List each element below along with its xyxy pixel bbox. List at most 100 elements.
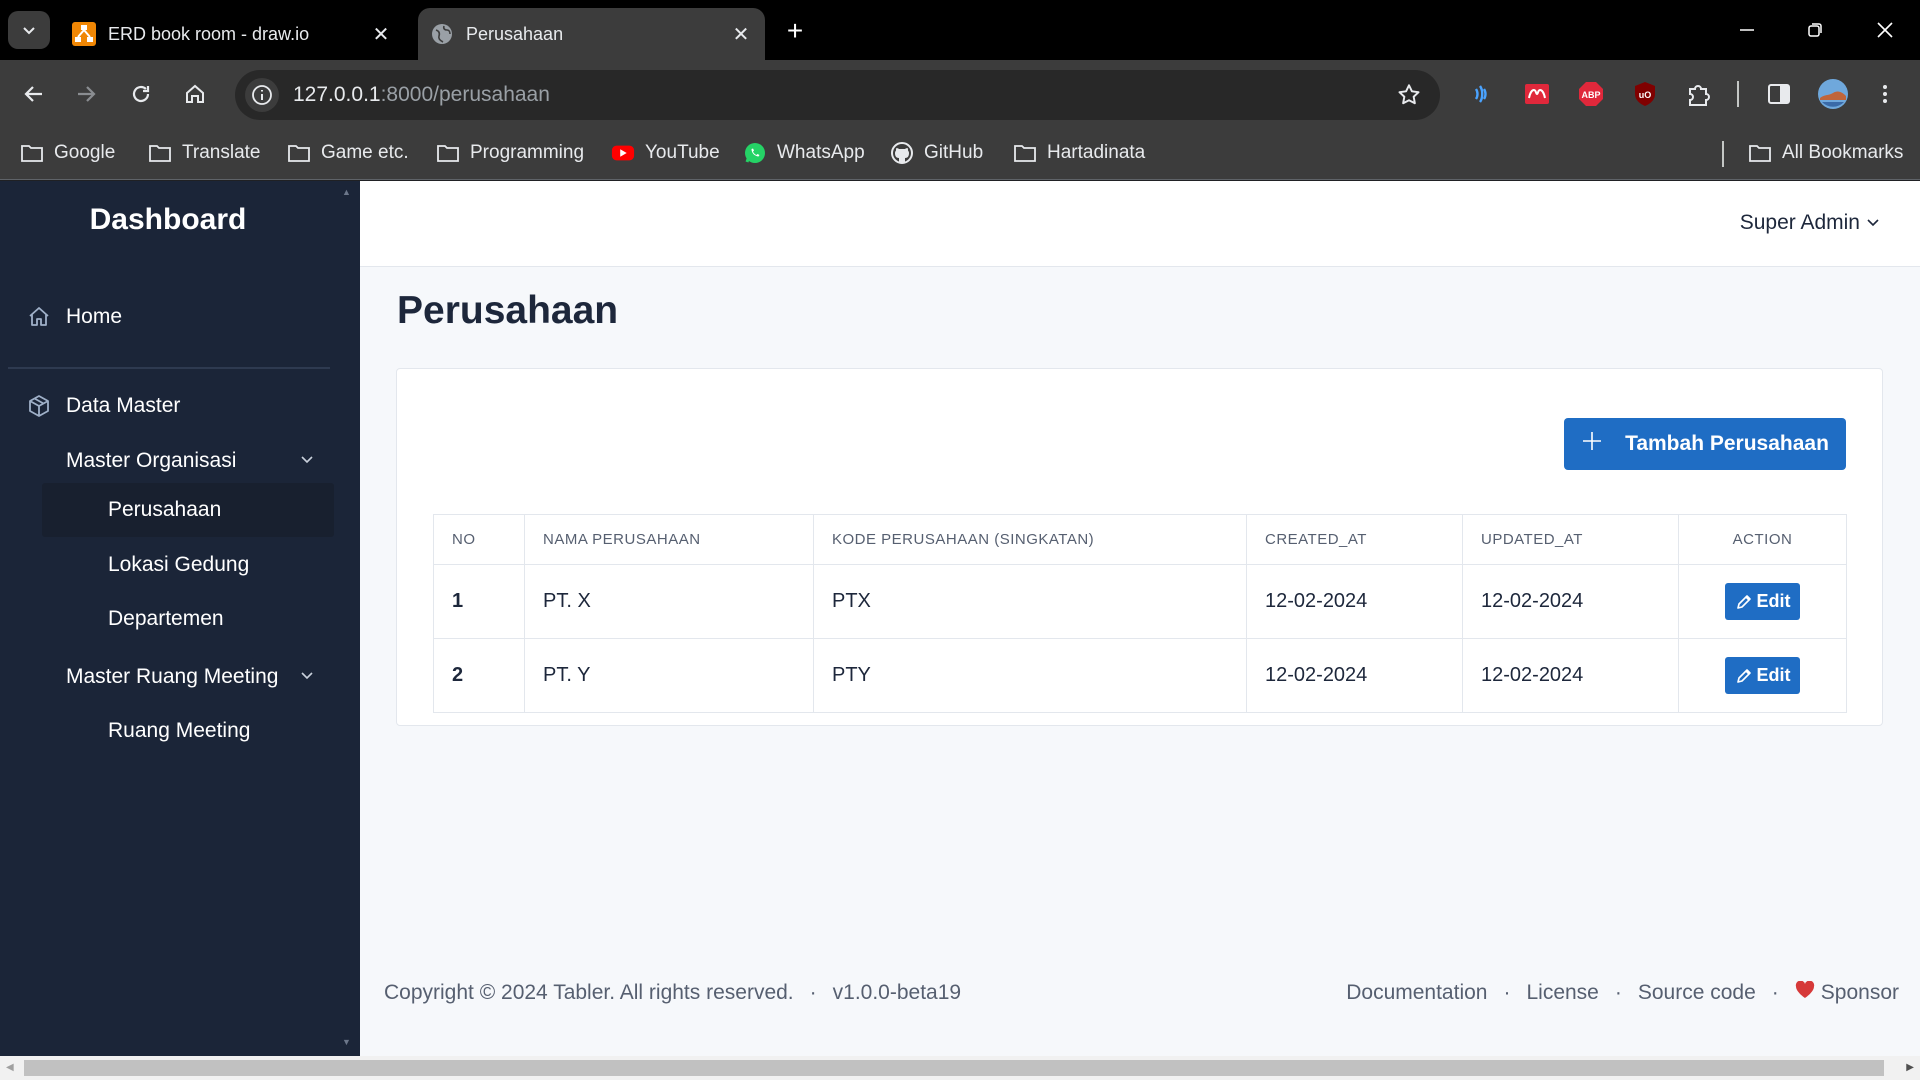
restore-button[interactable] (1790, 10, 1840, 50)
tab-search-button[interactable] (8, 11, 50, 49)
folder-icon (1748, 141, 1772, 165)
sidebar-item-lokasi-gedung[interactable]: Lokasi Gedung (108, 545, 249, 585)
bookmark-github[interactable]: GitHub (890, 138, 983, 168)
close-icon[interactable]: ✕ (727, 20, 755, 48)
forward-button[interactable] (66, 74, 106, 114)
plus-icon (1581, 426, 1603, 460)
scroll-left-arrow-icon[interactable]: ◀ (6, 1062, 14, 1073)
browser-menu-icon[interactable] (1868, 77, 1902, 111)
folder-icon (287, 141, 311, 165)
browser-tab-perusahaan[interactable]: Perusahaan ✕ (418, 8, 765, 60)
bookmark-programming[interactable]: Programming (436, 138, 584, 168)
extension-mendeley-icon[interactable] (1520, 77, 1554, 111)
tab-title: ERD book room - draw.io (108, 23, 310, 44)
edit-button-label: Edit (1756, 591, 1791, 611)
sidebar-item-ruang-meeting[interactable]: Ruang Meeting (108, 711, 250, 751)
bookmark-label: WhatsApp (777, 142, 865, 163)
bookmark-game-etc[interactable]: Game etc. (287, 138, 409, 168)
column-header-kode[interactable]: KODE PERUSAHAAN (SINGKATAN) (813, 514, 1247, 565)
bookmark-translate[interactable]: Translate (148, 138, 261, 168)
edit-button[interactable]: Edit (1725, 657, 1800, 694)
cell-updated-at: 12-02-2024 (1462, 638, 1679, 713)
table-row: 2 PT. Y PTY 12-02-2024 12-02-2024 Edit (433, 638, 1847, 713)
horizontal-scrollbar[interactable]: ◀ ▶ (0, 1056, 1920, 1080)
sidebar-item-label: Departemen (108, 607, 224, 630)
all-bookmarks-button[interactable]: All Bookmarks (1748, 138, 1903, 168)
new-tab-button[interactable]: + (778, 14, 812, 48)
address-bar[interactable]: 127.0.0.1:8000/perusahaan (235, 70, 1440, 120)
add-button-label: Tambah Perusahaan (1625, 432, 1829, 455)
sidebar-brand[interactable]: Dashboard (0, 203, 336, 237)
home-button[interactable] (175, 74, 215, 114)
column-header-no[interactable]: NO (433, 514, 525, 565)
footer-link-license[interactable]: License (1526, 981, 1598, 1005)
browser-tab-drawio[interactable]: ERD book room - draw.io ✕ (60, 8, 405, 60)
footer-left: Copyright © 2024 Tabler. All rights rese… (384, 981, 961, 1005)
home-icon (26, 304, 52, 330)
sidebar-item-master-organisasi[interactable]: Master Organisasi (66, 441, 320, 481)
bookmarks-divider (1722, 141, 1724, 167)
footer-separator: · (1614, 981, 1622, 1004)
scroll-down-arrow-icon[interactable]: ▼ (342, 1037, 354, 1049)
footer-link-sponsor[interactable]: Sponsor (1795, 980, 1899, 1005)
bookmark-label: Hartadinata (1047, 142, 1146, 163)
sidebar-item-departemen[interactable]: Departemen (108, 599, 224, 639)
whatsapp-icon (743, 141, 767, 165)
folder-icon (20, 141, 44, 165)
back-button[interactable] (14, 74, 54, 114)
sidebar-item-label: Lokasi Gedung (108, 553, 250, 576)
bookmark-hartadinata[interactable]: Hartadinata (1013, 138, 1145, 168)
bookmark-label: YouTube (645, 142, 720, 163)
scrollbar-thumb[interactable] (24, 1060, 1884, 1076)
cell-created-at: 12-02-2024 (1246, 638, 1463, 713)
add-perusahaan-button[interactable]: Tambah Perusahaan (1564, 418, 1846, 470)
footer-right: Documentation · License · Source code · … (1346, 980, 1899, 1005)
user-menu[interactable]: Super Admin (1740, 211, 1880, 235)
extension-adblock-icon[interactable]: ABP (1574, 77, 1608, 111)
sidebar-item-label: Master Ruang Meeting (66, 665, 279, 688)
footer-link-source-code[interactable]: Source code (1638, 981, 1756, 1005)
sidebar-item-home[interactable]: Home (26, 297, 122, 337)
site-info-icon[interactable] (245, 78, 279, 112)
extension-ublock-icon[interactable]: uO (1628, 77, 1662, 111)
user-name: Super Admin (1739, 211, 1860, 234)
sidebar-item-perusahaan[interactable]: Perusahaan (108, 490, 221, 530)
extensions-puzzle-icon[interactable] (1682, 77, 1716, 111)
side-panel-icon[interactable] (1762, 77, 1796, 111)
browser-tabstrip: ERD book room - draw.io ✕ Perusahaan ✕ + (0, 0, 1920, 60)
bookmark-whatsapp[interactable]: WhatsApp (743, 138, 865, 168)
pencil-icon (1736, 594, 1751, 609)
sponsor-label: Sponsor (1820, 981, 1899, 1004)
footer-link-documentation[interactable]: Documentation (1346, 981, 1487, 1005)
sidebar-item-data-master[interactable]: Data Master (26, 386, 180, 426)
bookmark-youtube[interactable]: YouTube (611, 138, 720, 168)
column-header-updated-at[interactable]: UPDATED_AT (1462, 514, 1679, 565)
edit-button[interactable]: Edit (1725, 583, 1800, 620)
extension-readaloud-icon[interactable] (1465, 77, 1499, 111)
minimize-button[interactable] (1722, 10, 1772, 50)
footer-version[interactable]: v1.0.0-beta19 (833, 981, 961, 1005)
scroll-right-arrow-icon[interactable]: ▶ (1906, 1062, 1914, 1073)
profile-avatar-icon[interactable] (1816, 77, 1850, 111)
bookmark-google[interactable]: Google (20, 138, 115, 168)
bookmark-star-icon[interactable] (1396, 82, 1422, 113)
footer-copyright: Copyright © 2024 Tabler. All rights rese… (384, 981, 794, 1004)
sidebar-item-label: Perusahaan (108, 498, 222, 521)
perusahaan-table: NO NAMA PERUSAHAAN KODE PERUSAHAAN (SING… (433, 514, 1847, 713)
sidebar-item-master-ruang-meeting[interactable]: Master Ruang Meeting (66, 657, 320, 697)
column-header-nama[interactable]: NAMA PERUSAHAAN (524, 514, 814, 565)
column-header-created-at[interactable]: CREATED_AT (1246, 514, 1463, 565)
chevron-down-icon (300, 668, 314, 687)
cell-action: Edit (1678, 638, 1847, 713)
bookmark-label: Google (54, 142, 116, 163)
page-title: Perusahaan (397, 289, 619, 332)
url-text: 127.0.0.1:8000/perusahaan (293, 83, 550, 107)
cell-kode: PTX (813, 564, 1247, 639)
ublock-label: uO (1639, 90, 1652, 100)
close-icon[interactable]: ✕ (367, 20, 395, 48)
adblock-label: ABP (1581, 90, 1600, 100)
sidebar-item-label: Home (66, 305, 123, 328)
close-window-button[interactable] (1860, 10, 1910, 50)
reload-button[interactable] (121, 74, 161, 114)
scroll-up-arrow-icon[interactable]: ▲ (342, 187, 354, 199)
